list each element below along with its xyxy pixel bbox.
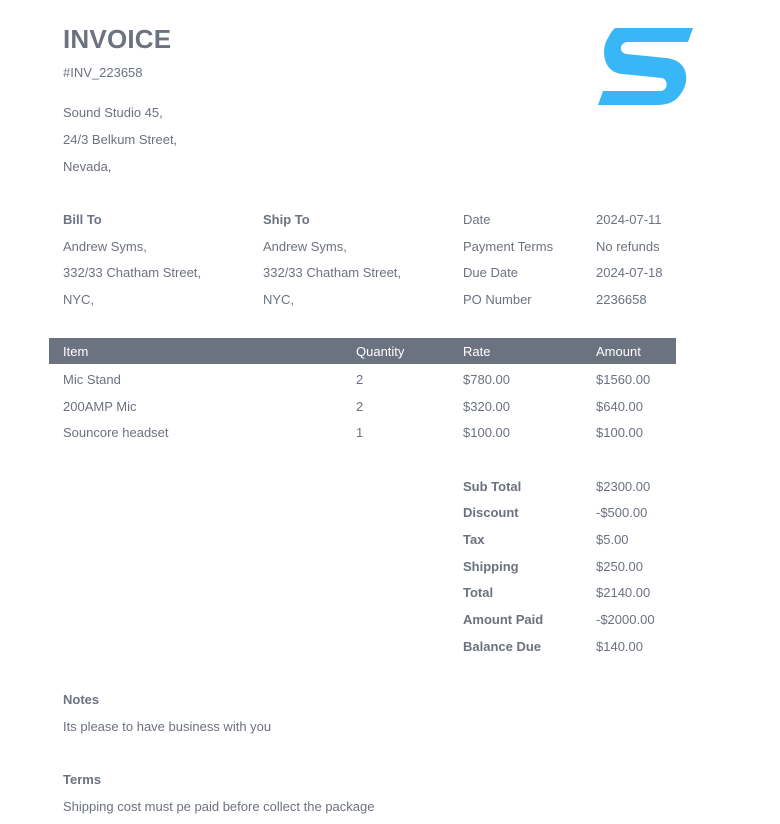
- item-name: Souncore headset: [63, 425, 169, 440]
- meta-value-payment-terms: No refunds: [596, 239, 660, 254]
- totals-value-total: $2140.00: [596, 585, 651, 600]
- meta-label-date: Date: [463, 212, 491, 227]
- column-header-amount: Amount: [596, 344, 641, 359]
- invoice-number: #INV_223658: [63, 65, 143, 80]
- terms-text: Shipping cost must pe paid before collec…: [63, 799, 375, 814]
- ship-to-line: 332/33 Chatham Street,: [263, 265, 402, 280]
- item-amount: $640.00: [596, 399, 643, 414]
- item-rate: $780.00: [463, 372, 510, 387]
- totals-value-amount-paid: -$2000.00: [596, 612, 655, 627]
- notes-label: Notes: [63, 692, 100, 707]
- bill-to-line: NYC,: [63, 292, 95, 307]
- totals-label-tax: Tax: [463, 532, 485, 547]
- from-address-line: 24/3 Belkum Street,: [63, 132, 178, 147]
- meta-label-due-date: Due Date: [463, 265, 518, 280]
- notes-text: Its please to have business with you: [63, 719, 272, 734]
- from-address-line: Nevada,: [63, 159, 112, 174]
- totals-value-balance-due: $140.00: [596, 639, 643, 654]
- meta-value-po-number: 2236658: [596, 292, 647, 307]
- from-address-line: Sound Studio 45,: [63, 105, 163, 120]
- totals-label-amount-paid: Amount Paid: [463, 612, 544, 627]
- column-header-quantity: Quantity: [356, 344, 405, 359]
- bill-to-label: Bill To: [63, 212, 102, 227]
- item-name: 200AMP Mic: [63, 399, 137, 414]
- totals-label-shipping: Shipping: [463, 559, 519, 574]
- meta-value-due-date: 2024-07-18: [596, 265, 663, 280]
- terms-label: Terms: [63, 772, 102, 787]
- ship-to-line: NYC,: [263, 292, 295, 307]
- item-quantity: 2: [356, 372, 364, 387]
- column-header-rate: Rate: [463, 344, 491, 359]
- totals-label-balance-due: Balance Due: [463, 639, 542, 654]
- column-header-item: Item: [63, 344, 89, 359]
- bill-to-line: 332/33 Chatham Street,: [63, 265, 202, 280]
- ship-to-line: Andrew Syms,: [263, 239, 347, 254]
- item-name: Mic Stand: [63, 372, 121, 387]
- item-rate: $320.00: [463, 399, 510, 414]
- totals-value-discount: -$500.00: [596, 505, 648, 520]
- meta-label-po-number: PO Number: [463, 292, 532, 307]
- totals-value-shipping: $250.00: [596, 559, 643, 574]
- meta-label-payment-terms: Payment Terms: [463, 239, 554, 254]
- item-amount: $1560.00: [596, 372, 651, 387]
- item-rate: $100.00: [463, 425, 510, 440]
- item-quantity: 2: [356, 399, 364, 414]
- items-table-header: Item Quantity Rate Amount: [49, 338, 676, 364]
- totals-label-sub-total: Sub Total: [463, 479, 522, 494]
- bill-to-line: Andrew Syms,: [63, 239, 147, 254]
- totals-value-tax: $5.00: [596, 532, 629, 547]
- totals-label-discount: Discount: [463, 505, 519, 520]
- totals-label-total: Total: [463, 585, 494, 600]
- ship-to-label: Ship To: [263, 212, 310, 227]
- totals-value-sub-total: $2300.00: [596, 479, 651, 494]
- meta-value-date: 2024-07-11: [596, 212, 662, 227]
- s-brand-logo-icon: [598, 28, 693, 105]
- item-amount: $100.00: [596, 425, 643, 440]
- item-quantity: 1: [356, 425, 364, 440]
- invoice-title: INVOICE: [63, 24, 172, 54]
